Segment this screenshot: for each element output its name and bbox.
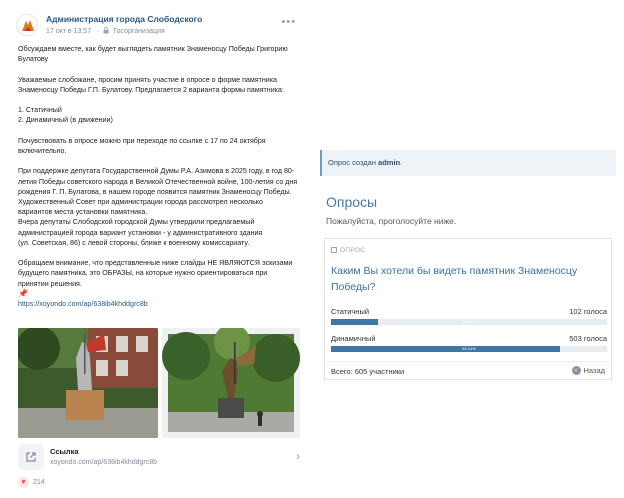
result-percent: 16.86% xyxy=(462,319,476,324)
community-avatar[interactable] xyxy=(16,14,38,36)
heart-icon: ♥ xyxy=(18,476,29,488)
result-bar-track: 16.86% xyxy=(331,319,607,325)
post-author[interactable]: Администрация города Слободского xyxy=(46,14,202,24)
result-bar-track: 83.14% xyxy=(331,346,607,352)
post-photo-static-monument[interactable] xyxy=(18,328,158,438)
poll-panel: Опрос создан admin. Опросы Пожалуйста, п… xyxy=(320,150,616,380)
poll-icon xyxy=(331,247,337,253)
option-name: Динамичный xyxy=(331,334,376,343)
link-attachment[interactable]: Ссылка xoyondo.com/ap/638ib4khddgrc8b › xyxy=(18,442,300,472)
link-card-url: xoyondo.com/ap/638ib4khddgrc8b xyxy=(50,459,158,466)
coat-of-arms-icon xyxy=(17,15,37,35)
back-arrow-icon: ‹ xyxy=(571,366,581,375)
back-label: Назад xyxy=(583,366,606,375)
poll-card: ОПРОС Каким Вы хотели бы видеть памятник… xyxy=(324,238,612,380)
post-paragraph: Обращаем внимание, что представленные ни… xyxy=(18,259,293,288)
post-paragraph: Художественный Совет при администрации г… xyxy=(18,197,263,217)
total-participants: Всего: 605 участники xyxy=(331,367,405,376)
poll-option-dynamic[interactable]: Динамичный 503 голоса 83.14% xyxy=(331,334,607,358)
back-button[interactable]: ‹ Назад xyxy=(571,366,606,375)
poll-question: Каким Вы хотели бы видеть памятник Знаме… xyxy=(331,265,578,293)
post-meta: 17 окт в 13:57 · Госорганизация xyxy=(46,27,165,35)
external-link-icon xyxy=(18,444,44,470)
post-paragraph: Почувствовать в опросе можно при переход… xyxy=(18,136,266,155)
poll-option-static[interactable]: Статичный 102 голоса 16.86% xyxy=(331,307,607,331)
post-paragraph: Вчера депутаты Слободской городской Думы… xyxy=(18,218,263,237)
post-paragraph: Обсуждаем вместе, как будет выглядеть па… xyxy=(18,45,288,64)
post-photo-dynamic-monument[interactable] xyxy=(162,328,300,438)
post-body: Обсуждаем вместе, как будет выглядеть па… xyxy=(18,44,298,309)
notice-author: admin xyxy=(378,158,401,167)
post-list-item: 2. Динамичный (в движении) xyxy=(18,116,113,125)
post-paragraph: (ул. Советская, 86) с левой стороны, бли… xyxy=(18,238,250,247)
poll-footer: Всего: 605 участники ‹ Назад xyxy=(325,361,611,379)
poll-heading: Опросы xyxy=(326,194,378,210)
poll-created-notice: Опрос создан admin. xyxy=(320,150,616,176)
static-monument-image xyxy=(18,328,158,438)
notice-prefix: Опрос создан xyxy=(328,158,379,167)
dynamic-monument-image xyxy=(162,328,300,438)
poll-label-text: ОПРОС xyxy=(340,247,366,254)
poll-subheading: Пожалуйста, проголосуйте ниже. xyxy=(326,216,457,226)
result-percent: 83.14% xyxy=(462,346,476,351)
like-button[interactable]: ♥ 214 xyxy=(18,476,45,488)
post-list-item: 1. Статичный xyxy=(18,106,62,115)
post-header: Администрация города Слободского 17 окт … xyxy=(14,10,306,40)
post-audience: Госорганизация xyxy=(113,28,165,35)
link-card-title: Ссылка xyxy=(50,447,79,456)
option-votes: 102 голоса xyxy=(569,307,607,316)
social-post: Администрация города Слободского 17 окт … xyxy=(14,10,306,488)
post-paragraph: При поддержке депутата Государственной Д… xyxy=(18,167,298,196)
poll-label: ОПРОС xyxy=(331,247,365,254)
more-options-icon[interactable]: ••• xyxy=(281,16,296,28)
option-name: Статичный xyxy=(331,307,370,316)
meta-separator: · xyxy=(96,28,99,35)
likes-count: 214 xyxy=(33,478,45,486)
post-paragraph: Уважаемые слобожане, просим принять учас… xyxy=(18,75,284,94)
notice-suffix: . xyxy=(400,158,403,167)
post-link[interactable]: https://xoyondo.com/ap/638ib4khddgrc8b xyxy=(18,299,298,309)
organization-icon xyxy=(103,27,109,34)
chevron-right-icon: › xyxy=(296,449,300,463)
option-votes: 503 голоса xyxy=(569,334,607,343)
post-date[interactable]: 17 окт в 13:57 xyxy=(46,28,91,35)
pushpin-icon: 📌 xyxy=(18,288,28,298)
